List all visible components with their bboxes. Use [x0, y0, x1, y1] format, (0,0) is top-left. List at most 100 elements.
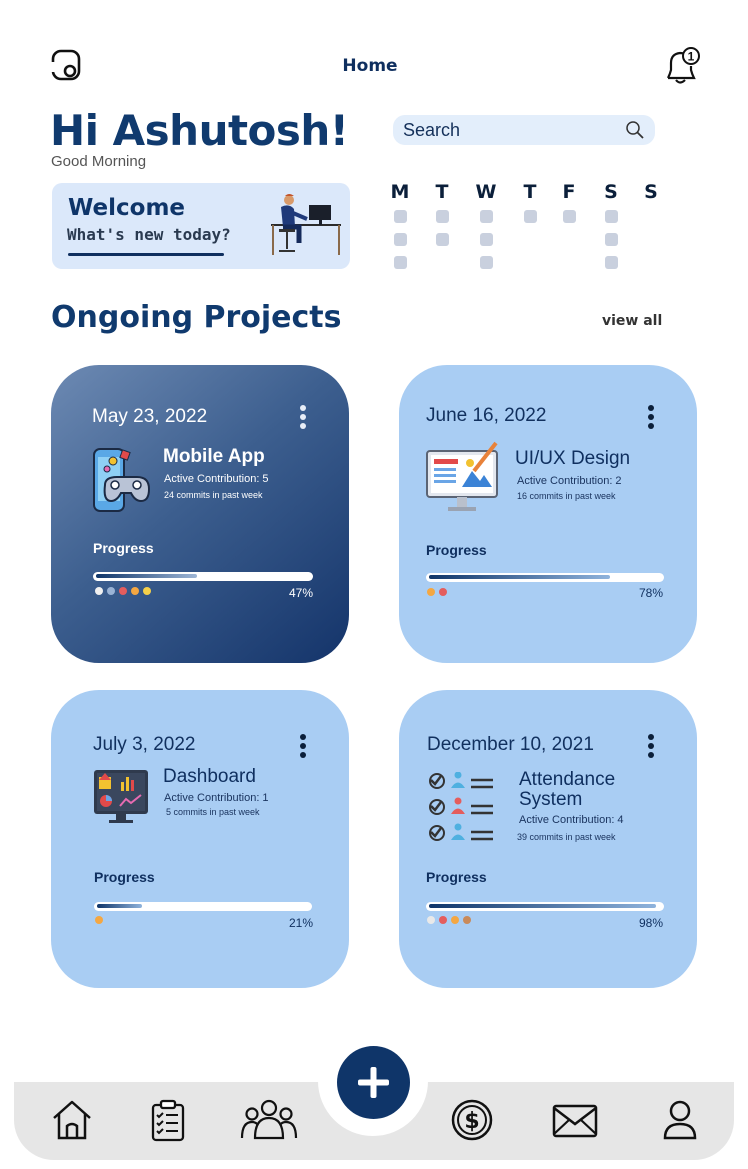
progress-label: Progress — [426, 542, 487, 558]
search-placeholder: Search — [403, 120, 461, 140]
avatar — [107, 587, 115, 595]
avatar — [439, 588, 447, 596]
project-name: Mobile App — [163, 446, 265, 467]
contributor-avatars — [427, 916, 471, 926]
progress-bar — [426, 902, 664, 911]
avatar — [131, 587, 139, 595]
progress-bar-fill — [96, 574, 197, 578]
clipboard-icon[interactable] — [146, 1098, 190, 1142]
more-options-icon[interactable] — [647, 734, 655, 762]
calendar-day-tue: T — [435, 181, 449, 203]
contributor-avatars — [427, 588, 447, 598]
welcome-subtitle: What's new today? — [67, 225, 231, 244]
view-all-link[interactable]: view all — [602, 313, 662, 329]
calendar-day-mon: M — [390, 181, 410, 203]
project-card-dashboard[interactable]: July 3, 2022 Dashboard Active Contributi… — [51, 690, 349, 988]
avatar — [439, 916, 447, 924]
progress-bar — [426, 573, 664, 582]
project-date: June 16, 2022 — [426, 405, 547, 426]
gamepad-phone-icon — [93, 448, 151, 512]
project-card-attendance-system[interactable]: December 10, 2021 Attendance System Acti… — [399, 690, 697, 988]
welcome-underline — [68, 253, 224, 256]
team-icon[interactable] — [240, 1098, 298, 1142]
attendance-list-icon — [429, 772, 493, 841]
project-name: UI/UX Design — [515, 448, 631, 469]
calendar-day-wed: W — [475, 181, 497, 203]
avatar — [427, 916, 435, 924]
design-monitor-icon — [426, 441, 498, 511]
project-commits: 39 commits in past week — [517, 832, 616, 842]
calendar-day-sat: S — [604, 181, 618, 203]
calendar-activity-dot — [479, 255, 493, 269]
dollar-icon[interactable]: $ — [450, 1098, 494, 1142]
notification-count: 1 — [688, 50, 695, 64]
progress-bar-fill — [429, 904, 657, 908]
more-options-icon[interactable] — [299, 734, 307, 762]
project-date: December 10, 2021 — [427, 734, 594, 755]
progress-percent: 98% — [638, 916, 663, 930]
notification-bell-icon[interactable]: 1 — [660, 44, 702, 86]
add-project-button[interactable] — [337, 1046, 410, 1119]
progress-label: Progress — [426, 869, 487, 885]
calendar-activity-dot — [479, 232, 493, 246]
calendar-activity-dot — [479, 209, 493, 223]
search-icon[interactable] — [625, 120, 645, 140]
calendar-activity-dot — [393, 209, 407, 223]
project-date: July 3, 2022 — [93, 734, 196, 755]
calendar-activity-dot — [562, 209, 576, 223]
welcome-title: Welcome — [68, 195, 186, 221]
person-at-desk-illustration — [271, 194, 341, 255]
calendar-activity-dot — [435, 209, 449, 223]
calendar-activity-dot — [604, 209, 618, 223]
calendar-day-thu: T — [523, 181, 537, 203]
svg-text:$: $ — [464, 1109, 479, 1134]
page-title: Home — [342, 56, 398, 76]
plus-icon — [358, 1067, 389, 1098]
avatar — [451, 916, 459, 924]
welcome-card[interactable]: Welcome What's new today? — [52, 183, 350, 269]
avatar — [427, 588, 435, 596]
calendar-activity-dot — [604, 255, 618, 269]
progress-bar — [93, 572, 313, 581]
profile-icon[interactable] — [658, 1098, 702, 1142]
home-icon[interactable] — [50, 1098, 94, 1142]
progress-percent: 78% — [638, 586, 663, 600]
progress-label: Progress — [94, 869, 155, 885]
search-input[interactable]: Search — [393, 115, 655, 145]
calendar-activity-dot — [604, 232, 618, 246]
project-name: Dashboard — [163, 766, 256, 787]
project-commits: 5 commits in past week — [166, 807, 260, 817]
project-name: Attendance System — [519, 769, 616, 810]
project-contribution: Active Contribution: 2 — [517, 475, 622, 487]
dashboard-monitor-icon — [94, 770, 148, 823]
project-date: May 23, 2022 — [92, 406, 208, 427]
project-card-ui-ux-design[interactable]: June 16, 2022 UI/UX Design Active Contri… — [399, 365, 697, 663]
avatar — [463, 916, 471, 924]
project-card-mobile-app[interactable]: May 23, 2022 Mobile App Active Contribut… — [51, 365, 349, 663]
calendar-activity-dot — [393, 232, 407, 246]
avatar — [95, 916, 103, 924]
greeting-title: Hi Ashutosh! — [50, 106, 349, 155]
calendar-activity-dot — [435, 232, 449, 246]
progress-label: Progress — [93, 540, 154, 556]
more-options-icon[interactable] — [299, 405, 307, 433]
mail-icon[interactable] — [552, 1098, 598, 1142]
progress-percent: 21% — [288, 916, 313, 930]
contributor-avatars — [95, 916, 103, 926]
app-menu-icon[interactable] — [50, 48, 84, 82]
greeting-subtitle: Good Morning — [51, 153, 147, 170]
project-contribution: Active Contribution: 1 — [164, 792, 269, 804]
avatar — [143, 587, 151, 595]
contributor-avatars — [95, 587, 151, 597]
progress-bar-fill — [97, 904, 142, 908]
project-commits: 16 commits in past week — [517, 491, 616, 501]
avatar — [95, 587, 103, 595]
calendar-day-sun: S — [644, 181, 658, 203]
calendar-activity-dot — [393, 255, 407, 269]
avatar — [119, 587, 127, 595]
progress-bar-fill — [429, 575, 610, 579]
project-contribution: Active Contribution: 5 — [164, 473, 269, 485]
progress-bar — [94, 902, 312, 911]
more-options-icon[interactable] — [647, 405, 655, 433]
project-contribution: Active Contribution: 4 — [519, 814, 624, 826]
